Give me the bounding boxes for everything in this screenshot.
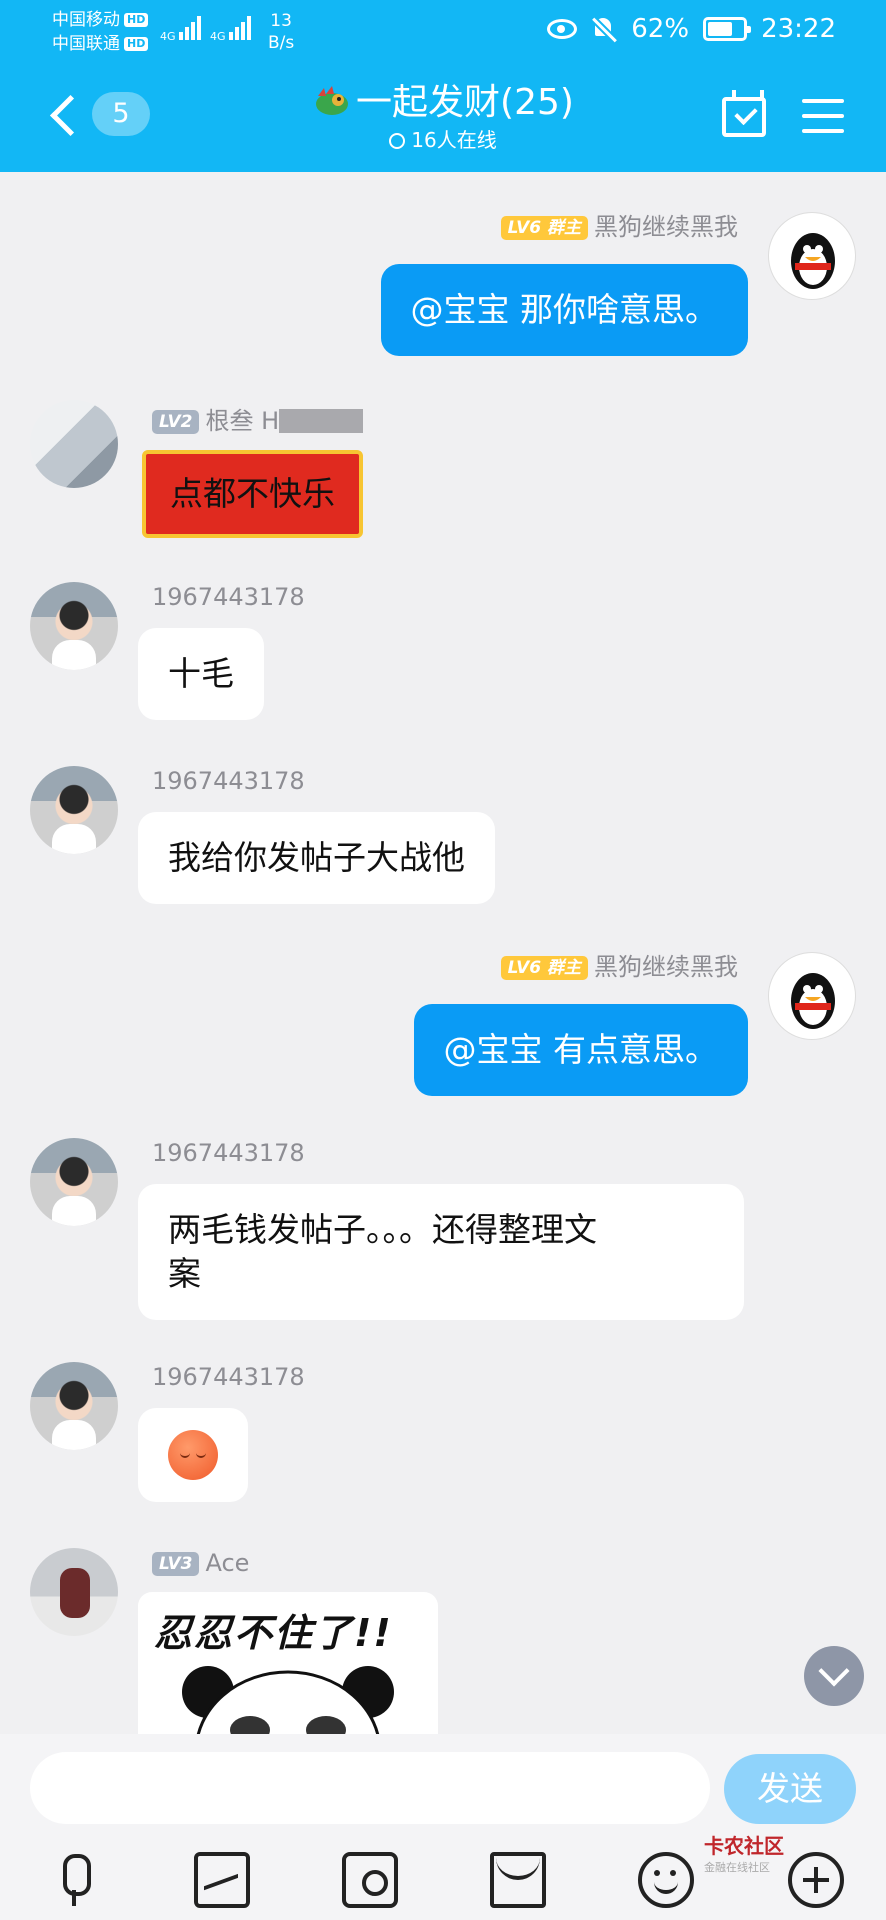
carrier-1: 中国移动 xyxy=(52,10,120,30)
online-icon xyxy=(389,133,406,149)
sender-name: 根叁 H xyxy=(205,407,280,435)
message-item: 1967443178 两毛钱发帖子。。。还得整理文 案 xyxy=(0,1138,886,1328)
avatar[interactable] xyxy=(30,1362,118,1450)
message-bubble[interactable]: @宝宝 有点意思。 xyxy=(413,1004,748,1096)
message-line: 案 xyxy=(168,1254,201,1293)
sticker-image[interactable]: 忍忍不住了!! xyxy=(138,1592,438,1734)
message-item: LV2 根叁 H 点都不快乐 xyxy=(0,390,886,570)
level-badge: LV6 群主 xyxy=(500,216,588,240)
message-bubble[interactable]: @宝宝 那你啥意思。 xyxy=(380,264,748,356)
message-line: 两毛钱发帖子。。。还得整理文 xyxy=(168,1210,597,1249)
send-button[interactable]: 发送 xyxy=(724,1754,856,1824)
message-input[interactable] xyxy=(30,1752,710,1824)
dragon-icon xyxy=(316,86,349,115)
message-item: LV6 群主 黑狗继续黑我 @宝宝 那你啥意思。 xyxy=(0,172,886,356)
menu-icon[interactable] xyxy=(802,99,844,133)
avatar[interactable] xyxy=(30,766,118,854)
microphone-icon[interactable] xyxy=(46,1852,102,1908)
level-badge: LV3 xyxy=(152,1552,200,1576)
chat-list[interactable]: LV6 群主 黑狗继续黑我 @宝宝 那你啥意思。 LV2 根叁 H 点都不快乐 19… xyxy=(0,172,886,1734)
sender-name: 1967443178 xyxy=(152,583,305,611)
sender-name: 黑狗继续黑我 xyxy=(594,953,738,981)
calendar-checkin-icon[interactable] xyxy=(722,90,766,137)
sender-row: LV3 Ace xyxy=(152,1548,249,1578)
avatar[interactable] xyxy=(30,400,118,488)
avatar[interactable] xyxy=(30,1548,118,1636)
sender-row: LV6 群主 黑狗继续黑我 xyxy=(500,952,738,982)
redacted-block xyxy=(279,409,364,433)
watermark-logo: 卡农社区 金融在线社区 xyxy=(704,1834,784,1874)
scroll-to-bottom-button[interactable] xyxy=(804,1646,864,1706)
network-speed: 13 B/s xyxy=(268,11,295,53)
sleepy-face-icon xyxy=(168,1430,218,1480)
level-badge: LV6 群主 xyxy=(500,956,588,980)
sender-name: 1967443178 xyxy=(152,767,305,795)
message-item: 1967443178 我给你发帖子大战他 xyxy=(0,766,886,916)
sender-name: Ace xyxy=(205,1549,250,1577)
penguin-icon xyxy=(791,973,835,1029)
message-item: LV3 Ace 忍忍不住了!! xyxy=(0,1548,886,1734)
panda-face-icon xyxy=(182,1666,394,1734)
eye-icon xyxy=(547,19,578,39)
camera-icon[interactable] xyxy=(342,1852,398,1908)
hd-badge-1: HD xyxy=(124,13,149,27)
message-bubble[interactable] xyxy=(138,1408,248,1502)
chat-header: 中国移动 HD 中国联通 HD 4G 4G 13 B/s 62% 23:22 一起发财… xyxy=(0,0,886,172)
battery-icon xyxy=(703,17,752,41)
message-item: 1967443178 十毛 xyxy=(0,582,886,732)
level-badge: LV2 xyxy=(152,410,200,434)
avatar[interactable] xyxy=(30,1138,118,1226)
sender-name: 1967443178 xyxy=(152,1363,305,1391)
nav-bar: 一起发财(25) 5 16人在线 xyxy=(0,75,886,165)
hd-badge-2: HD xyxy=(124,37,149,51)
signal-icon-2: 4G xyxy=(210,14,251,43)
message-bubble[interactable]: 我给你发帖子大战他 xyxy=(138,812,495,904)
sender-name: 1967443178 xyxy=(152,1139,305,1167)
sticker-text: 忍忍不住了!! xyxy=(154,1611,393,1655)
battery-percent: 62% xyxy=(631,14,690,44)
message-bubble[interactable]: 两毛钱发帖子。。。还得整理文 案 xyxy=(138,1184,744,1320)
penguin-icon xyxy=(791,233,835,289)
avatar[interactable] xyxy=(30,582,118,670)
avatar[interactable] xyxy=(768,212,856,300)
composer: 发送 xyxy=(0,1734,886,1920)
image-icon[interactable] xyxy=(194,1852,250,1908)
message-bubble[interactable]: 十毛 xyxy=(138,628,264,720)
sender-row: LV6 群主 黑狗继续黑我 xyxy=(500,212,738,242)
message-bubble[interactable]: 点都不快乐 xyxy=(142,450,363,538)
status-right: 62% 23:22 xyxy=(547,14,836,44)
message-item: LV6 群主 黑狗继续黑我 @宝宝 有点意思。 xyxy=(0,952,886,1112)
sender-row: LV2 根叁 H xyxy=(152,406,364,436)
mute-bell-icon xyxy=(591,16,617,42)
clock: 23:22 xyxy=(761,14,836,44)
carrier-2: 中国联通 xyxy=(52,34,120,54)
sender-name: 黑狗继续黑我 xyxy=(594,213,738,241)
carrier-info: 中国移动 HD 中国联通 HD xyxy=(52,8,149,56)
red-packet-icon[interactable] xyxy=(490,1852,546,1908)
emoji-icon[interactable] xyxy=(638,1852,694,1908)
plus-icon[interactable] xyxy=(788,1852,844,1908)
message-item: 1967443178 xyxy=(0,1362,886,1512)
status-bar: 中国移动 HD 中国联通 HD 4G 4G 13 B/s 62% 23:22 xyxy=(0,0,886,60)
signal-icon-1: 4G xyxy=(160,14,201,43)
avatar[interactable] xyxy=(768,952,856,1040)
